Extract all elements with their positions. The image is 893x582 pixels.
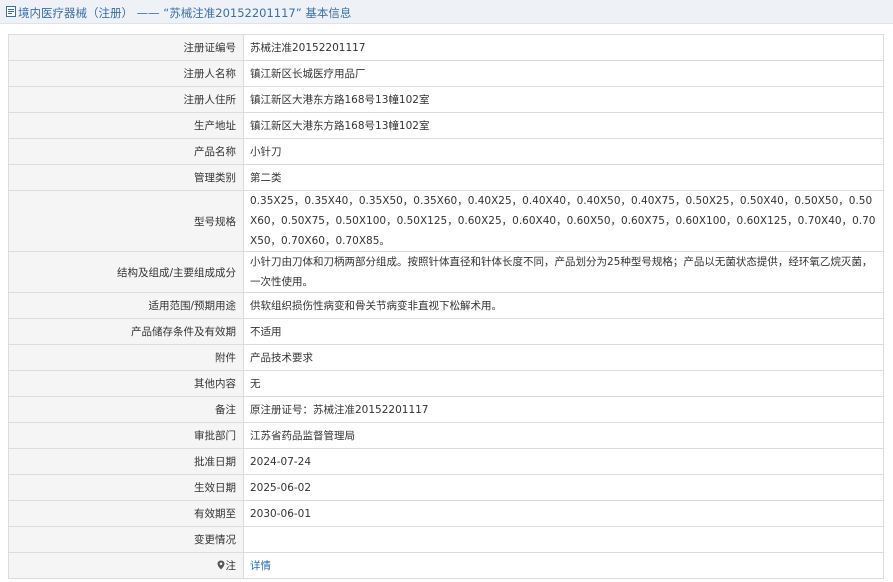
row-value: 镇江新区长城医疗用品厂 bbox=[243, 60, 884, 87]
row-value: 2030-06-01 bbox=[243, 500, 884, 527]
table-row: 其他内容 无 bbox=[8, 370, 884, 397]
document-icon bbox=[6, 6, 16, 17]
row-value: 产品技术要求 bbox=[243, 344, 884, 371]
row-label: 注册证编号 bbox=[8, 34, 244, 61]
row-value: 2024-07-24 bbox=[243, 448, 884, 475]
table-row: 注册证编号 苏械注准20152201117 bbox=[8, 34, 884, 61]
row-value: 详情 bbox=[243, 552, 884, 579]
table-row: 生效日期 2025-06-02 bbox=[8, 474, 884, 501]
row-value: 无 bbox=[243, 370, 884, 397]
row-label: 产品名称 bbox=[8, 138, 244, 165]
table-row: 注 详情 bbox=[8, 552, 884, 579]
row-value: 2025-06-02 bbox=[243, 474, 884, 501]
note-label-cell: 注 bbox=[8, 552, 244, 579]
row-value: 江苏省药品监督管理局 bbox=[243, 422, 884, 449]
table-row: 批准日期 2024-07-24 bbox=[8, 448, 884, 475]
row-value: 小针刀由刀体和刀柄两部分组成。按照针体直径和针体长度不同，产品划分为25种型号规… bbox=[243, 251, 884, 293]
table-row: 结构及组成/主要组成成分 小针刀由刀体和刀柄两部分组成。按照针体直径和针体长度不… bbox=[8, 251, 884, 293]
row-label: 结构及组成/主要组成成分 bbox=[8, 251, 244, 293]
table-row: 变更情况 bbox=[8, 526, 884, 553]
table-row: 附件 产品技术要求 bbox=[8, 344, 884, 371]
table-row: 有效期至 2030-06-01 bbox=[8, 500, 884, 527]
details-link[interactable]: 详情 bbox=[250, 560, 271, 572]
page-title: 境内医疗器械（注册） —— “苏械注准20152201117” 基本信息 bbox=[18, 6, 352, 20]
row-label: 批准日期 bbox=[8, 448, 244, 475]
table-row: 审批部门 江苏省药品监督管理局 bbox=[8, 422, 884, 449]
table-row: 型号规格 0.35X25，0.35X40，0.35X50，0.35X60，0.4… bbox=[8, 190, 884, 252]
table-row: 注册人名称 镇江新区长城医疗用品厂 bbox=[8, 60, 884, 87]
row-label: 型号规格 bbox=[8, 190, 244, 252]
row-label: 其他内容 bbox=[8, 370, 244, 397]
row-label: 附件 bbox=[8, 344, 244, 371]
row-value: 小针刀 bbox=[243, 138, 884, 165]
table-row: 备注 原注册证号：苏械注准20152201117 bbox=[8, 396, 884, 423]
row-label: 生产地址 bbox=[8, 112, 244, 139]
table-row: 产品名称 小针刀 bbox=[8, 138, 884, 165]
row-label: 有效期至 bbox=[8, 500, 244, 527]
row-value: 0.35X25，0.35X40，0.35X50，0.35X60，0.40X25，… bbox=[243, 190, 884, 252]
table-row: 产品储存条件及有效期 不适用 bbox=[8, 318, 884, 345]
row-label: 变更情况 bbox=[8, 526, 244, 553]
row-value: 苏械注准20152201117 bbox=[243, 34, 884, 61]
row-value: 镇江新区大港东方路168号13幢102室 bbox=[243, 86, 884, 113]
pin-icon bbox=[217, 560, 224, 570]
row-label: 生效日期 bbox=[8, 474, 244, 501]
row-label: 管理类别 bbox=[8, 164, 244, 191]
row-label: 产品储存条件及有效期 bbox=[8, 318, 244, 345]
page-header: 境内医疗器械（注册） —— “苏械注准20152201117” 基本信息 bbox=[0, 0, 893, 24]
row-value bbox=[243, 526, 884, 553]
row-value: 供软组织损伤性病变和骨关节病变非直视下松解术用。 bbox=[243, 292, 884, 319]
table-row: 管理类别 第二类 bbox=[8, 164, 884, 191]
row-label: 注册人住所 bbox=[8, 86, 244, 113]
table-row: 生产地址 镇江新区大港东方路168号13幢102室 bbox=[8, 112, 884, 139]
row-value: 不适用 bbox=[243, 318, 884, 345]
row-value: 第二类 bbox=[243, 164, 884, 191]
registration-info-table: 注册证编号 苏械注准20152201117 注册人名称 镇江新区长城医疗用品厂 … bbox=[8, 34, 884, 579]
row-label: 注册人名称 bbox=[8, 60, 244, 87]
row-value: 镇江新区大港东方路168号13幢102室 bbox=[243, 112, 884, 139]
row-label: 适用范围/预期用途 bbox=[8, 292, 244, 319]
row-label: 审批部门 bbox=[8, 422, 244, 449]
row-label: 注 bbox=[225, 560, 237, 572]
table-row: 适用范围/预期用途 供软组织损伤性病变和骨关节病变非直视下松解术用。 bbox=[8, 292, 884, 319]
row-value: 原注册证号：苏械注准20152201117 bbox=[243, 396, 884, 423]
row-label: 备注 bbox=[8, 396, 244, 423]
table-row: 注册人住所 镇江新区大港东方路168号13幢102室 bbox=[8, 86, 884, 113]
